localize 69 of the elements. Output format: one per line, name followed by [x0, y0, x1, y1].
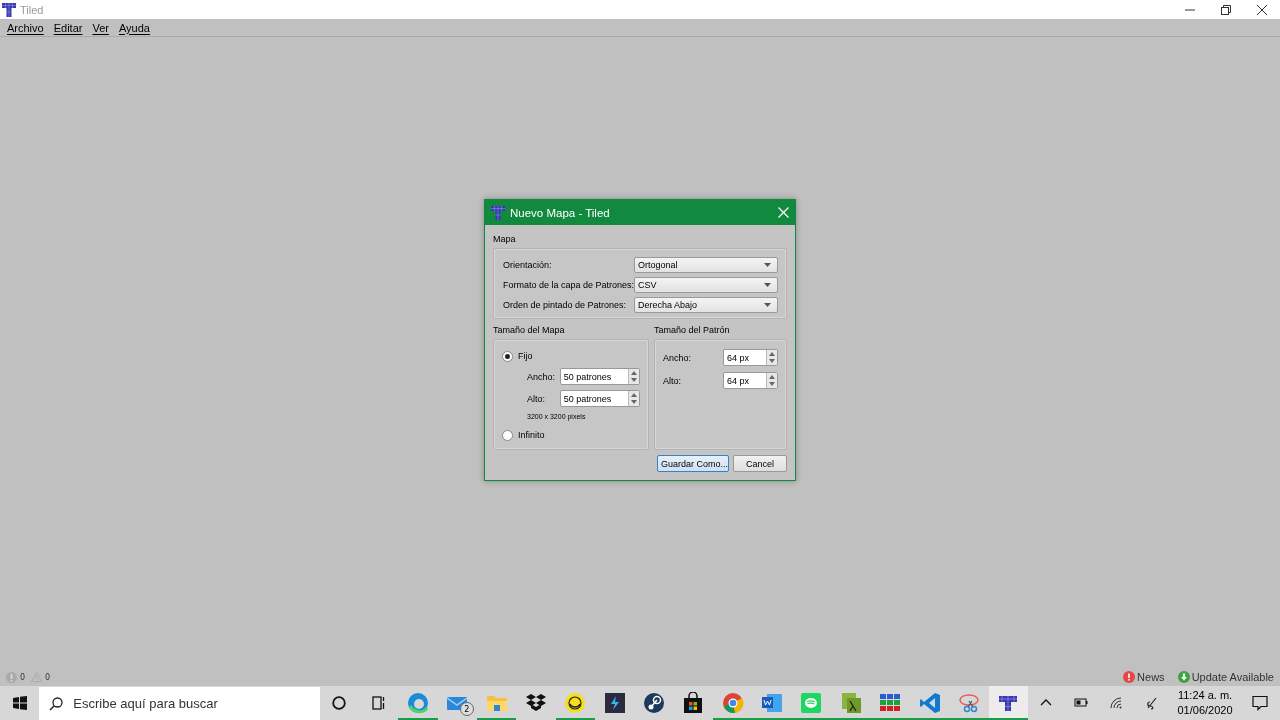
dropdown[interactable]: Derecha Abajo [634, 297, 778, 313]
menu-item[interactable]: Ver [87, 21, 114, 34]
field-label: Alto: [527, 393, 546, 404]
field-label: Ancho: [527, 371, 557, 382]
lightning-icon [603, 692, 626, 714]
field-label: Orden de pintado de Patrones: [503, 300, 628, 310]
caret-icon [764, 283, 771, 287]
taskbar-button[interactable] [988, 686, 1028, 720]
dialog-button[interactable]: Guardar Como... [657, 455, 729, 472]
dialog-button[interactable]: Cancel [733, 455, 787, 472]
scissors-icon [957, 692, 980, 714]
close-icon[interactable] [1257, 4, 1267, 15]
dropdown[interactable]: CSV [634, 277, 778, 293]
field-label: Formato de la capa de Patrones: [503, 280, 634, 290]
browser-icon [721, 692, 744, 714]
smiley-icon [564, 692, 587, 714]
spin-box[interactable]: 64 px [723, 372, 778, 389]
group-title: Mapa [493, 234, 517, 244]
field-label: Ancho: [663, 352, 693, 363]
pen-icon[interactable] [1144, 696, 1159, 710]
search-field[interactable]: Escribe aquí para buscar [39, 687, 320, 720]
taskbar-button[interactable]: 2 [437, 686, 478, 720]
spin-box[interactable]: 50 patrones [559, 390, 640, 407]
group-title: Tamaño del Mapa [493, 325, 566, 335]
download-icon [1177, 671, 1190, 683]
restore-icon[interactable] [1221, 4, 1231, 15]
alert-icon [1123, 671, 1136, 683]
spin-arrows-icon[interactable] [766, 373, 777, 388]
field-label: Alto: [663, 375, 682, 386]
battery-icon[interactable] [1074, 696, 1088, 710]
wifi-icon[interactable] [1109, 696, 1124, 710]
menu-item[interactable]: Ayuda [113, 21, 155, 34]
menu-item[interactable]: Editar [48, 21, 88, 34]
lambda-icon [839, 692, 862, 714]
browser-icon [407, 692, 430, 714]
dialog-title: Nuevo Mapa - Tiled [510, 206, 611, 219]
code-editor-icon [918, 692, 941, 714]
tiled-logo-icon [491, 205, 505, 220]
shopping-bag-icon [682, 692, 705, 714]
radio-button[interactable]: Infinito [502, 428, 545, 442]
window-title: Tiled [20, 3, 44, 16]
spin-box[interactable]: 50 patrones [559, 368, 640, 385]
spin-arrows-icon[interactable] [628, 369, 639, 384]
music-app-icon [800, 692, 823, 714]
error-icon [6, 671, 17, 683]
dropdown[interactable]: Ortogonal [634, 257, 778, 273]
notifications-icon[interactable] [1252, 695, 1269, 711]
tiled-logo-icon [2, 2, 16, 17]
group-title: Tamaño del Patrón [654, 325, 731, 335]
update-link[interactable]: Update Available [1191, 671, 1274, 683]
spin-box[interactable]: 64 px [723, 349, 778, 366]
boxes-icon [525, 692, 548, 714]
warning-count: 0 [45, 672, 51, 682]
news-link[interactable]: News [1137, 671, 1165, 683]
caret-icon [764, 263, 771, 267]
task-view-icon[interactable] [371, 696, 386, 710]
error-count: 0 [20, 672, 26, 682]
field-label: Orientación: [503, 260, 553, 270]
color-grid-icon [879, 692, 902, 714]
menu-item[interactable]: Archivo [2, 21, 49, 34]
circle-icon[interactable] [332, 696, 347, 710]
clock-time[interactable]: 11:24 a. m. [1177, 688, 1233, 703]
windows-start-icon[interactable] [12, 696, 27, 710]
radio-button[interactable]: Fijo [502, 349, 533, 363]
spin-arrows-icon[interactable] [628, 391, 639, 406]
spin-arrows-icon[interactable] [766, 350, 777, 365]
document-app-icon [761, 692, 784, 714]
caret-icon [764, 303, 771, 307]
clock-date[interactable]: 01/06/2020 [1177, 703, 1233, 718]
